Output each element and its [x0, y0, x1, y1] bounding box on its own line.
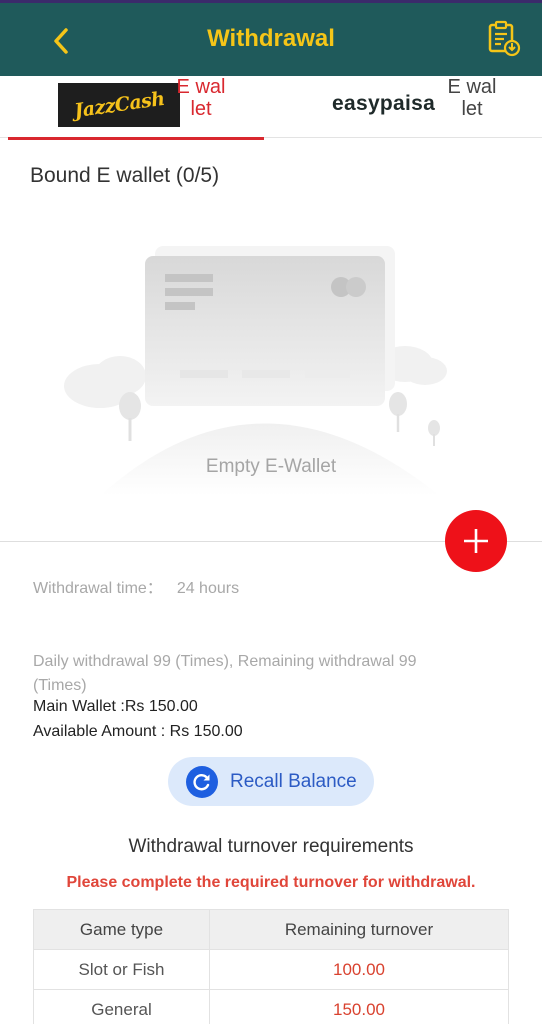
clipboard-download-icon	[488, 20, 521, 57]
easypaisa-logo: easypaisa	[332, 92, 436, 115]
turnover-warning: Please complete the required turnover fo…	[66, 874, 476, 891]
table-header-row: Game type Remaining turnover	[33, 909, 509, 950]
recall-balance-label: Recall Balance	[230, 770, 357, 792]
table-row: Slot or Fish 100.00	[33, 949, 509, 990]
refresh-icon	[186, 765, 218, 798]
column-header-remaining-turnover: Remaining turnover	[209, 909, 509, 950]
header-bar: Withdrawal	[0, 0, 542, 76]
tab-jazzcash[interactable]: JazzCash E wallet	[8, 76, 264, 140]
tab-label-easypaisa: E wallet	[447, 76, 497, 120]
recall-balance-button[interactable]: Recall Balance	[168, 757, 374, 806]
withdrawal-records-button[interactable]	[484, 19, 524, 59]
tab-easypaisa[interactable]: easypaisa E wallet	[290, 76, 542, 138]
table-row: General 150.00	[33, 989, 509, 1024]
remaining-turnover-cell: 150.00	[209, 989, 509, 1024]
add-wallet-button[interactable]	[445, 510, 507, 572]
withdrawal-time-label: Withdrawal time：	[33, 580, 163, 597]
jazzcash-logo: JazzCash	[58, 83, 180, 127]
turnover-table: Game type Remaining turnover Slot or Fis…	[33, 909, 509, 1024]
turnover-title: Withdrawal turnover requirements	[128, 836, 414, 857]
daily-withdrawal-text: Daily withdrawal 99 (Times), Remaining w…	[33, 653, 417, 694]
empty-wallet-text: Empty E-Wallet	[205, 456, 337, 477]
withdrawal-time-value: 24 hours	[176, 580, 240, 597]
available-amount: Available Amount : Rs 150.00	[33, 723, 243, 740]
bound-wallet-title: Bound E wallet (0/5)	[30, 164, 220, 187]
game-type-cell: General	[33, 989, 210, 1024]
wallet-tabs: JazzCash E wallet easypaisa E wallet	[0, 76, 542, 140]
withdrawal-time: Withdrawal time： 24 hours	[33, 574, 239, 598]
column-header-game-type: Game type	[33, 909, 210, 950]
tab-label-jazzcash: E wallet	[176, 76, 226, 120]
remaining-turnover-cell: 100.00	[209, 949, 509, 990]
main-wallet-balance: Main Wallet :Rs 150.00	[33, 698, 198, 715]
active-tab-indicator	[8, 137, 264, 140]
page-title: Withdrawal	[207, 25, 335, 52]
game-type-cell: Slot or Fish	[33, 949, 210, 990]
plus-icon	[464, 529, 488, 553]
